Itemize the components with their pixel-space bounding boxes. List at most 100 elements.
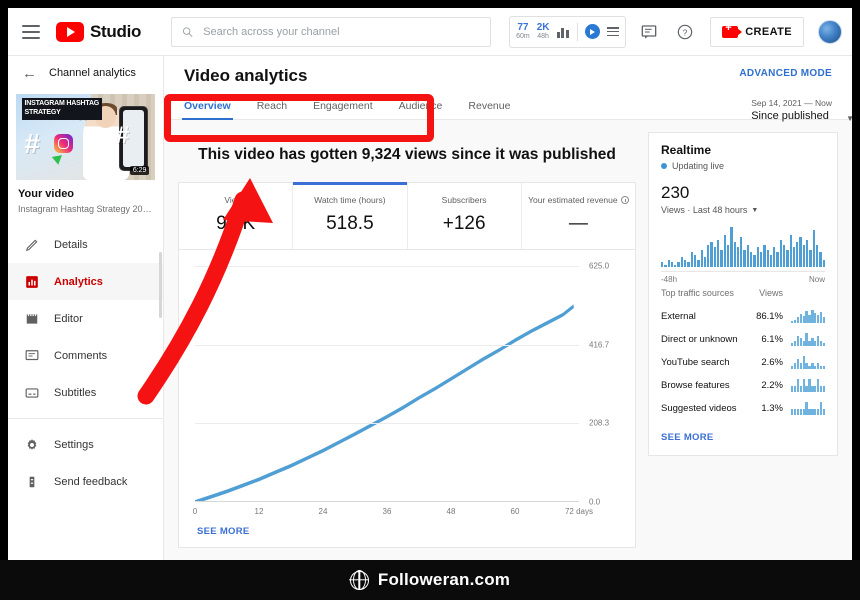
chevron-down-icon[interactable]: ▼ — [846, 114, 852, 123]
traffic-row[interactable]: Browse features2.2% — [661, 374, 825, 397]
sidebar-scrollbar[interactable] — [159, 252, 162, 318]
chart-x-tick: 72 days — [565, 507, 593, 516]
chart-x-tick: 60 — [511, 507, 520, 516]
footer-watermark: Followeran.com — [0, 560, 860, 600]
realtime-panel: Realtime Updating live 230 Views · Last … — [648, 132, 838, 456]
traffic-col-views: Views — [739, 288, 783, 298]
realtime-bar — [750, 252, 752, 267]
tab-engagement[interactable]: Engagement — [313, 100, 373, 119]
date-range-selector[interactable]: Sep 14, 2021 — Now Since published ▼ — [751, 98, 832, 122]
realtime-bar — [681, 257, 683, 267]
gear-icon — [24, 437, 40, 453]
metric-card-revenue[interactable]: Your estimated revenue — — [522, 183, 635, 249]
search-icon — [182, 26, 193, 38]
traffic-row-views: 2.2% — [739, 380, 783, 391]
realtime-bar — [668, 260, 670, 268]
metric-card-subscribers-value: +126 — [412, 213, 517, 235]
traffic-see-more-link[interactable]: SEE MORE — [661, 420, 825, 443]
overview-column: This video has gotten 9,324 views since … — [178, 132, 636, 548]
pencil-icon — [24, 237, 40, 253]
sidebar-item-send-feedback[interactable]: Send feedback — [8, 463, 163, 500]
back-to-channel-analytics[interactable]: ← Channel analytics — [8, 56, 163, 90]
feedback-icon[interactable] — [638, 21, 660, 43]
tab-audience[interactable]: Audience — [399, 100, 443, 119]
sidebar-item-comments[interactable]: Comments — [8, 337, 163, 374]
help-icon[interactable]: ? — [674, 21, 696, 43]
metric-card-views[interactable]: Views 9.3K — [179, 183, 293, 249]
avatar[interactable] — [818, 20, 842, 44]
metric-card-revenue-label-wrap: Your estimated revenue — [526, 195, 631, 205]
metric-card-subscribers-label: Subscribers — [412, 195, 517, 205]
sidebar-item-analytics[interactable]: Analytics — [8, 263, 163, 300]
chevron-down-icon[interactable]: ▼ — [751, 207, 758, 214]
hamburger-icon[interactable] — [22, 25, 40, 39]
realtime-bar — [720, 250, 722, 268]
your-video-heading: Your video — [18, 188, 153, 200]
live-play-icon[interactable] — [585, 24, 600, 39]
realtime-bar — [677, 262, 679, 267]
metric-card-revenue-value: — — [526, 213, 631, 235]
realtime-bar — [763, 245, 765, 268]
traffic-row-views: 2.6% — [739, 357, 783, 368]
globe-icon — [350, 571, 369, 590]
realtime-bar — [757, 247, 759, 267]
app-body: ← Channel analytics # # # INSTAGRAM HASH… — [8, 56, 852, 560]
realtime-bar-chart[interactable] — [661, 227, 825, 267]
chart-gridline — [195, 345, 579, 346]
overview-headline: This video has gotten 9,324 views since … — [178, 132, 636, 182]
traffic-row-sparkline — [783, 333, 825, 346]
watch-time-line-chart[interactable]: 0.0208.3416.7625.00122436486072 days — [195, 266, 579, 502]
chart-gridline — [195, 423, 579, 424]
realtime-bar — [753, 255, 755, 268]
metric-card-watch-time[interactable]: Watch time (hours) 518.5 — [293, 183, 407, 249]
realtime-bar — [780, 240, 782, 268]
right-column: Realtime Updating live 230 Views · Last … — [648, 132, 838, 548]
realtime-bar — [770, 255, 772, 268]
traffic-table-header: Top traffic sources Views — [661, 284, 825, 305]
realtime-title: Realtime — [661, 143, 825, 157]
top-header-bar: Studio 77 60m 2K 48h — [8, 8, 852, 56]
realtime-bar — [776, 252, 778, 267]
create-button[interactable]: CREATE — [710, 17, 804, 47]
search-input[interactable] — [203, 26, 480, 38]
sidebar-item-details[interactable]: Details — [8, 226, 163, 263]
main-header: Video analytics ADVANCED MODE Sep 14, 20… — [164, 56, 852, 86]
stat-60m-value: 77 — [516, 23, 530, 34]
realtime-bar — [727, 245, 729, 268]
metric-card-subscribers[interactable]: Subscribers +126 — [408, 183, 522, 249]
traffic-row[interactable]: YouTube search2.6% — [661, 351, 825, 374]
realtime-metric-selector[interactable]: Views · Last 48 hours ▼ — [661, 205, 825, 215]
search-box[interactable] — [171, 17, 491, 47]
realtime-bar — [710, 242, 712, 267]
traffic-row[interactable]: External86.1% — [661, 305, 825, 328]
tab-reach[interactable]: Reach — [257, 100, 287, 119]
realtime-bar — [747, 245, 749, 268]
studio-brand[interactable]: Studio — [56, 22, 141, 42]
analytics-content: This video has gotten 9,324 views since … — [164, 120, 852, 560]
advanced-mode-link[interactable]: ADVANCED MODE — [739, 68, 832, 79]
sidebar-item-subtitles[interactable]: Subtitles — [8, 374, 163, 411]
tab-revenue[interactable]: Revenue — [468, 100, 510, 119]
realtime-bar — [760, 252, 762, 267]
sidebar-item-editor[interactable]: Editor — [8, 300, 163, 337]
channel-stats-chip[interactable]: 77 60m 2K 48h — [509, 16, 625, 48]
sidebar-item-editor-label: Editor — [54, 313, 83, 325]
create-icon — [722, 26, 738, 38]
sidebar-item-settings[interactable]: Settings — [8, 426, 163, 463]
realtime-bar — [707, 245, 709, 268]
list-menu-icon[interactable] — [607, 27, 619, 36]
realtime-bar — [724, 235, 726, 268]
sidebar: ← Channel analytics # # # INSTAGRAM HASH… — [8, 56, 164, 560]
thumbnail-text-overlay: INSTAGRAM HASHTAG STRATEGY — [22, 98, 103, 120]
bar-chart-icon[interactable] — [557, 25, 570, 38]
sidebar-item-comments-label: Comments — [54, 350, 107, 362]
traffic-row-views: 86.1% — [739, 311, 783, 322]
video-title: Instagram Hashtag Strategy 2022 :.. — [18, 204, 153, 214]
header-actions: ? CREATE — [638, 17, 842, 47]
tab-overview[interactable]: Overview — [184, 100, 231, 119]
traffic-row[interactable]: Direct or unknown6.1% — [661, 328, 825, 351]
youtube-logo-icon — [56, 22, 84, 42]
traffic-row[interactable]: Suggested videos1.3% — [661, 397, 825, 420]
create-label: CREATE — [745, 26, 792, 38]
video-thumbnail[interactable]: # # # INSTAGRAM HASHTAG STRATEGY 6:29 — [16, 94, 155, 180]
